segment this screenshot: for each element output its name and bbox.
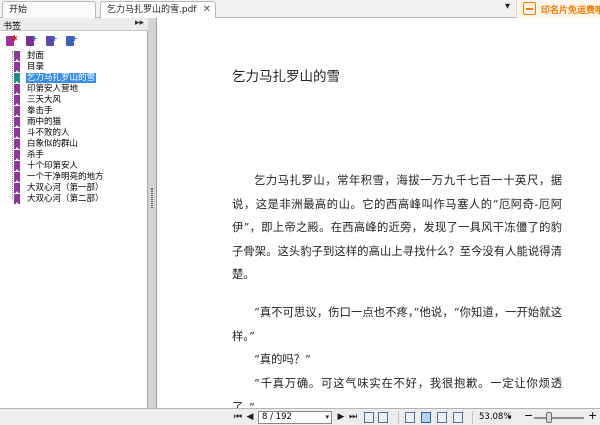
bookmark-item-kilimanjaro[interactable]: 乞力马扎罗山的雪 (10, 73, 145, 84)
bookmark-icon (14, 73, 20, 84)
bookmark-panel-header: 书签 ▸▸ (0, 18, 148, 32)
bookmark-item-ten-indians[interactable]: 十个印第安人 (10, 161, 145, 172)
two-page-icon[interactable] (437, 412, 447, 423)
bookmark-icon (14, 128, 20, 139)
bookmark-label: 一个干净明亮的地方 (27, 172, 104, 182)
bookmark-label: 封面 (27, 51, 45, 61)
zoom-slider-thumb[interactable] (546, 412, 552, 423)
bookmark-panel-title: 书签 (3, 22, 22, 32)
bookmark-edit-icon[interactable]: + (66, 34, 78, 47)
first-page-icon[interactable]: ⏮ (233, 412, 243, 422)
zoom-out-icon[interactable]: − (524, 409, 533, 422)
bookmark-item-contents[interactable]: 目录 (10, 62, 145, 73)
continuous-page-icon[interactable] (421, 412, 431, 423)
paragraph: “真不可思议，伤口一点也不疼，”他说，“你知道，一开始就这样。” (232, 306, 562, 343)
tab-document[interactable]: 乞力马扎罗山的雪.pdf ✕ (100, 1, 216, 18)
bookmark-label: 雨中的猫 (27, 117, 62, 127)
bookmark-item-big-two-hearted-1[interactable]: 大双心河（第一部） (10, 183, 145, 194)
bookmark-item-cat-in-rain[interactable]: 雨中的猫 (10, 117, 145, 128)
bookmark-icon (14, 194, 20, 205)
ad-icon (523, 2, 536, 15)
next-page-icon[interactable]: ▶ (336, 412, 346, 422)
page-number-field[interactable]: 8 / 192 ▾ (258, 411, 332, 424)
bookmark-label: 目录 (27, 62, 45, 72)
splitter-grip-icon (151, 188, 153, 208)
tab-document-label: 乞力马扎罗山的雪.pdf (107, 5, 197, 15)
bookmark-icon (14, 150, 20, 161)
bookmark-icon (14, 51, 20, 62)
bookmark-label: 大双心河（第一部） (27, 183, 104, 193)
bookmark-icon (14, 172, 20, 183)
tab-home-label: 开始 (9, 5, 28, 15)
panel-splitter[interactable] (148, 18, 157, 408)
zoom-in-icon[interactable]: + (588, 409, 597, 422)
bookmark-icon (14, 117, 20, 128)
chapter-title: 乞力马扎罗山的雪 (232, 69, 340, 85)
bookmark-label: 拳击手 (27, 106, 53, 116)
divider (472, 411, 473, 424)
bookmark-item-battler[interactable]: 拳击手 (10, 106, 145, 117)
bookmark-label: 大双心河（第二部） (27, 194, 104, 204)
two-page-continuous-icon[interactable] (453, 412, 463, 423)
zoom-dropdown-icon[interactable]: ▾ (508, 413, 512, 421)
bookmark-item-big-two-hearted-2[interactable]: 大双心河（第二部） (10, 194, 145, 205)
bookmark-toolbar: ✱ + + + (0, 32, 148, 50)
single-page-icon[interactable] (405, 412, 415, 423)
paragraph: “千真万确。可这气味实在不好，我很抱歉。一定让你烦透了。” (232, 377, 562, 408)
status-bar: ⏮ ◀ 8 / 192 ▾ ▶ ⏭ 53.08% ▾ − + (0, 408, 600, 425)
bookmark-child-icon[interactable]: + (46, 34, 58, 47)
divider (398, 411, 399, 424)
bookmark-icon (14, 84, 20, 95)
zoom-level[interactable]: 53.08% (479, 412, 511, 422)
bookmark-tree: 封面 目录 乞力马扎罗山的雪 印第安人营地 三天大风 拳击手 雨中的猫 斗不败的… (0, 51, 146, 401)
paragraph: 乞力马扎罗山，常年积雪，海拔一万九千七百一十英尺，据说，这是非洲最高的山。它的西… (232, 174, 562, 281)
bookmark-icon (14, 95, 20, 106)
ad-banner[interactable]: 印名片免运费哦 (516, 0, 600, 18)
bookmark-new-icon[interactable]: + (26, 34, 38, 47)
tab-close-icon[interactable]: ✕ (203, 4, 211, 15)
bookmark-label: 印第安人营地 (27, 84, 79, 94)
tab-home[interactable]: 开始 (2, 1, 96, 18)
bookmark-item-white-elephants[interactable]: 白象似的群山 (10, 139, 145, 150)
bookmark-item-clean-place[interactable]: 一个干净明亮的地方 (10, 172, 145, 183)
bookmark-label: 杀手 (27, 150, 45, 160)
bookmark-item-three-day-blow[interactable]: 三天大风 (10, 95, 145, 106)
bookmark-label: 三天大风 (27, 95, 62, 105)
document-page: 乞力马扎罗山的雪 乞力马扎罗山，常年积雪，海拔一万九千七百一十英尺，据说，这是非… (158, 18, 600, 408)
previous-page-icon[interactable]: ◀ (245, 412, 255, 422)
bookmark-item-undefeated[interactable]: 斗不败的人 (10, 128, 145, 139)
bookmark-icon (14, 139, 20, 150)
page-number-value: 8 / 192 (262, 412, 292, 422)
last-page-icon[interactable]: ⏭ (348, 412, 358, 422)
bookmark-icon (14, 62, 20, 73)
zoom-slider-track[interactable] (534, 417, 584, 419)
page-dropdown-icon[interactable]: ▾ (325, 412, 329, 423)
forward-view-icon[interactable] (378, 412, 388, 423)
bookmark-label: 乞力马扎罗山的雪 (26, 73, 97, 83)
bookmark-add-icon[interactable]: ✱ (6, 34, 18, 47)
ad-text: 印名片免运费哦 (541, 6, 600, 16)
bookmark-panel: 书签 ▸▸ ✱ + + + 封面 目录 乞力马扎罗山的雪 印第安人营地 三天大风… (0, 18, 148, 408)
bookmark-item-cover[interactable]: 封面 (10, 51, 145, 62)
paragraph: “真的吗？” (254, 353, 311, 366)
bookmark-icon (14, 161, 20, 172)
bookmark-label: 斗不败的人 (27, 128, 70, 138)
collapse-panel-icon[interactable]: ▸▸ (135, 18, 144, 28)
bookmark-item-killers[interactable]: 杀手 (10, 150, 145, 161)
tab-overflow-icon[interactable]: ▾ (505, 1, 510, 12)
tab-bar: 开始 乞力马扎罗山的雪.pdf ✕ ▾ 印名片免运费哦 (0, 0, 600, 18)
bookmark-icon (14, 183, 20, 194)
back-view-icon[interactable] (364, 412, 374, 423)
bookmark-item-indian-camp[interactable]: 印第安人营地 (10, 84, 145, 95)
bookmark-label: 白象似的群山 (27, 139, 79, 149)
bookmark-icon (14, 106, 20, 117)
bookmark-label: 十个印第安人 (27, 161, 79, 171)
